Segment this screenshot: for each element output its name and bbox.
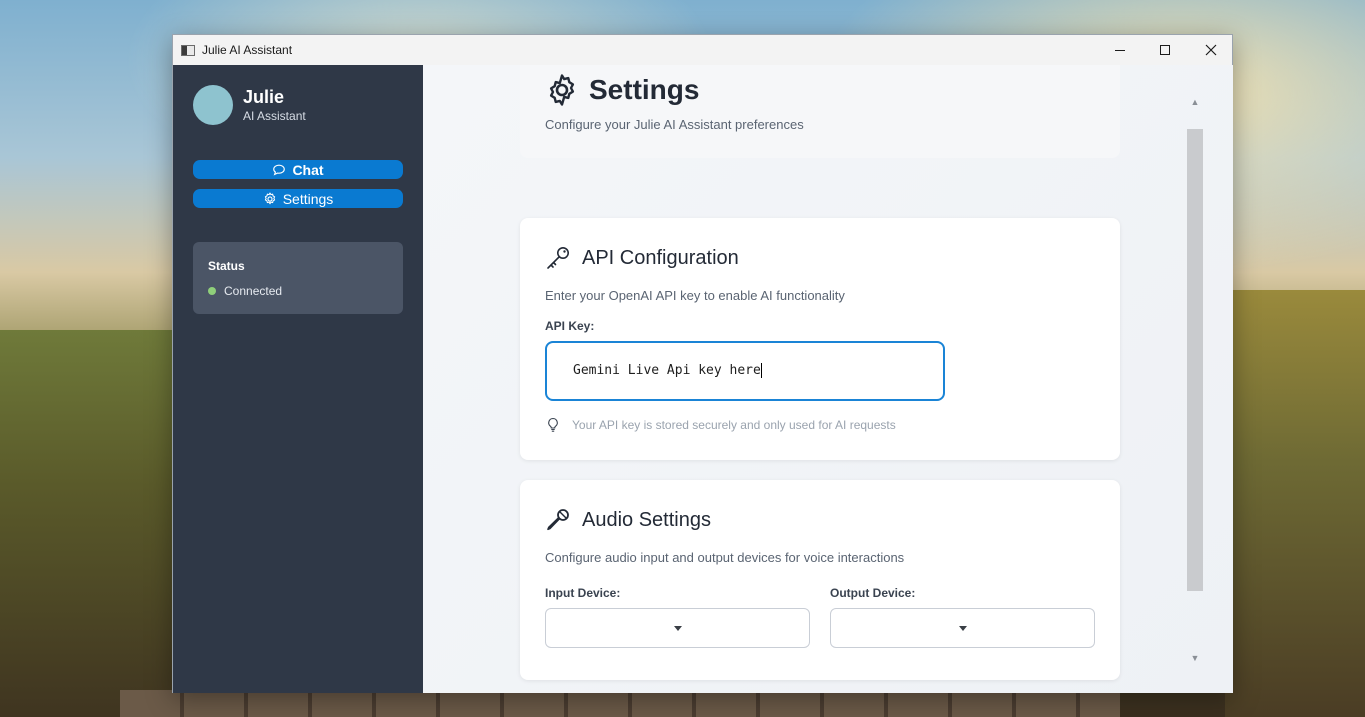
api-hint-row: Your API key is stored securely and only…	[545, 417, 896, 433]
page-subtitle: Configure your Julie AI Assistant prefer…	[545, 117, 804, 132]
input-device-select[interactable]	[545, 608, 810, 648]
input-device-label: Input Device:	[545, 586, 621, 600]
chat-nav-label: Chat	[292, 161, 324, 178]
api-card-title: API Configuration	[582, 246, 739, 269]
scrollbar-thumb[interactable]	[1187, 129, 1203, 591]
maximize-icon	[1160, 45, 1170, 55]
maximize-button[interactable]	[1142, 35, 1188, 65]
app-window-icon	[181, 44, 195, 56]
audio-card-title-row: Audio Settings	[545, 507, 711, 533]
settings-nav-label: Settings	[282, 190, 334, 207]
audio-settings-card: Audio Settings Configure audio input and…	[520, 480, 1120, 680]
background-hill-left	[0, 330, 180, 717]
status-row: Connected	[208, 284, 282, 298]
microphone-icon	[547, 509, 569, 531]
settings-nav-button[interactable]: Settings	[193, 189, 403, 208]
chat-nav-button[interactable]: Chat	[193, 160, 403, 179]
page-title: Settings	[589, 74, 700, 105]
settings-header-card: Settings Configure your Julie AI Assista…	[520, 65, 1120, 158]
chevron-down-icon	[673, 625, 682, 631]
minimize-icon	[1115, 49, 1125, 51]
chat-bubble-icon	[273, 164, 286, 175]
minimize-button[interactable]	[1097, 35, 1143, 65]
status-dot	[208, 287, 216, 295]
key-icon	[547, 247, 569, 269]
output-device-select[interactable]	[830, 608, 1095, 648]
status-card: Status Connected	[193, 242, 403, 314]
background-deck	[120, 690, 1120, 717]
brand-subtitle: AI Assistant	[243, 109, 306, 123]
avatar	[193, 85, 233, 125]
output-device-label: Output Device:	[830, 586, 916, 600]
chevron-down-icon	[958, 625, 967, 631]
window-title: Julie AI Assistant	[202, 43, 293, 57]
scroll-up-icon[interactable]: ▲	[1186, 95, 1204, 109]
text-caret	[760, 363, 762, 378]
lightbulb-icon	[548, 417, 558, 432]
api-hint-text: Your API key is stored securely and only…	[572, 418, 896, 432]
header-title-row: Settings	[545, 73, 699, 107]
brand-name: Julie	[243, 87, 285, 107]
sidebar: Julie AI Assistant Chat Settings Status …	[173, 65, 423, 693]
status-value: Connected	[224, 284, 283, 298]
title-bar[interactable]: Julie AI Assistant	[173, 35, 1232, 65]
audio-card-title: Audio Settings	[582, 508, 711, 531]
api-key-label: API Key:	[545, 319, 595, 333]
brand-text: Julie AI Assistant	[243, 86, 306, 124]
background-hill-right	[1225, 290, 1365, 717]
api-configuration-card: API Configuration Enter your OpenAI API …	[520, 218, 1120, 460]
gear-icon	[264, 192, 275, 204]
close-button[interactable]	[1188, 35, 1234, 65]
close-icon	[1205, 44, 1217, 56]
api-key-value-wrap: Gemini Live Api key here	[573, 363, 762, 378]
api-card-title-row: API Configuration	[545, 245, 739, 271]
brand: Julie AI Assistant	[193, 85, 306, 125]
scroll-down-icon[interactable]: ▼	[1186, 651, 1204, 665]
audio-card-description: Configure audio input and output devices…	[545, 550, 905, 565]
status-title: Status	[208, 259, 245, 273]
vertical-scrollbar[interactable]: ▲ ▼	[1186, 95, 1204, 665]
gear-icon	[549, 74, 575, 106]
api-key-value: Gemini Live Api key here	[573, 363, 761, 378]
app-window: Julie AI Assistant Julie AI Assistant Ch…	[172, 34, 1233, 693]
api-card-description: Enter your OpenAI API key to enable AI f…	[545, 288, 845, 303]
main-content: Settings Configure your Julie AI Assista…	[423, 65, 1233, 693]
